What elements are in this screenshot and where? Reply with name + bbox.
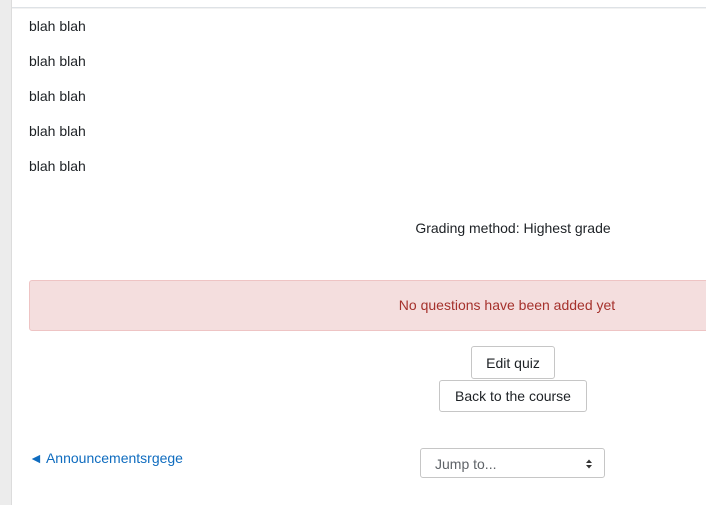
content-line-1: blah blah [29, 18, 86, 34]
back-to-course-button[interactable]: Back to the course [439, 380, 587, 412]
main-content: blah blah blah blah blah blah blah blah … [12, 9, 706, 505]
content-line-3: blah blah [29, 88, 86, 104]
top-strip [12, 0, 706, 8]
previous-activity-link[interactable]: ◄ Announcementsrgege [29, 450, 183, 466]
chevron-updown-icon [584, 456, 594, 472]
left-rail [0, 0, 12, 505]
alert-message: No questions have been added yet [398, 297, 616, 313]
jump-to-select[interactable]: Jump to... [420, 448, 605, 478]
edit-quiz-button[interactable]: Edit quiz [471, 346, 555, 379]
content-line-2: blah blah [29, 53, 86, 69]
page-frame: blah blah blah blah blah blah blah blah … [0, 0, 706, 505]
no-questions-alert: No questions have been added yet [29, 280, 706, 331]
grading-method: Grading method: Highest grade [415, 220, 611, 236]
jump-to-value: Jump to... [435, 456, 497, 472]
content-line-4: blah blah [29, 123, 86, 139]
content-line-5: blah blah [29, 158, 86, 174]
